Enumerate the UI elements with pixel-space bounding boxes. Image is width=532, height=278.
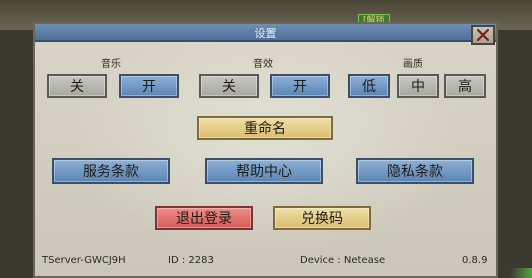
- sound-label: 音效: [253, 59, 273, 70]
- help-center-button[interactable]: 帮助中心: [205, 158, 323, 184]
- music-off-button[interactable]: 关: [47, 74, 107, 98]
- music-label: 音乐: [101, 59, 121, 70]
- quality-low-button[interactable]: 低: [348, 74, 390, 98]
- dialog-title: 设置: [254, 27, 277, 40]
- device-info: Device : Netease: [300, 255, 386, 266]
- privacy-button[interactable]: 隐私条款: [356, 158, 474, 184]
- quality-high-button[interactable]: 高: [444, 74, 486, 98]
- rename-button[interactable]: 重命名: [197, 116, 333, 140]
- sound-on-button[interactable]: 开: [270, 74, 330, 98]
- settings-dialog: 设置 音乐 音效 画质 关 开 关 开 低 中 高 重命名 服务条款 帮助中心 …: [33, 22, 498, 278]
- music-on-button[interactable]: 开: [119, 74, 179, 98]
- logout-button[interactable]: 退出登录: [155, 206, 253, 230]
- sound-off-button[interactable]: 关: [199, 74, 259, 98]
- terms-button[interactable]: 服务条款: [52, 158, 170, 184]
- close-icon: [477, 29, 489, 41]
- close-button[interactable]: [471, 25, 495, 45]
- player-id: ID : 2283: [168, 255, 214, 266]
- quality-label: 画质: [403, 59, 423, 70]
- server-name: TServer-GWCJ9H: [42, 255, 126, 266]
- version-number: 0.8.9: [462, 255, 488, 266]
- quality-mid-button[interactable]: 中: [397, 74, 439, 98]
- redeem-code-button[interactable]: 兑换码: [273, 206, 371, 230]
- corner-watermark: [510, 268, 532, 278]
- dialog-titlebar: 设置: [35, 24, 496, 42]
